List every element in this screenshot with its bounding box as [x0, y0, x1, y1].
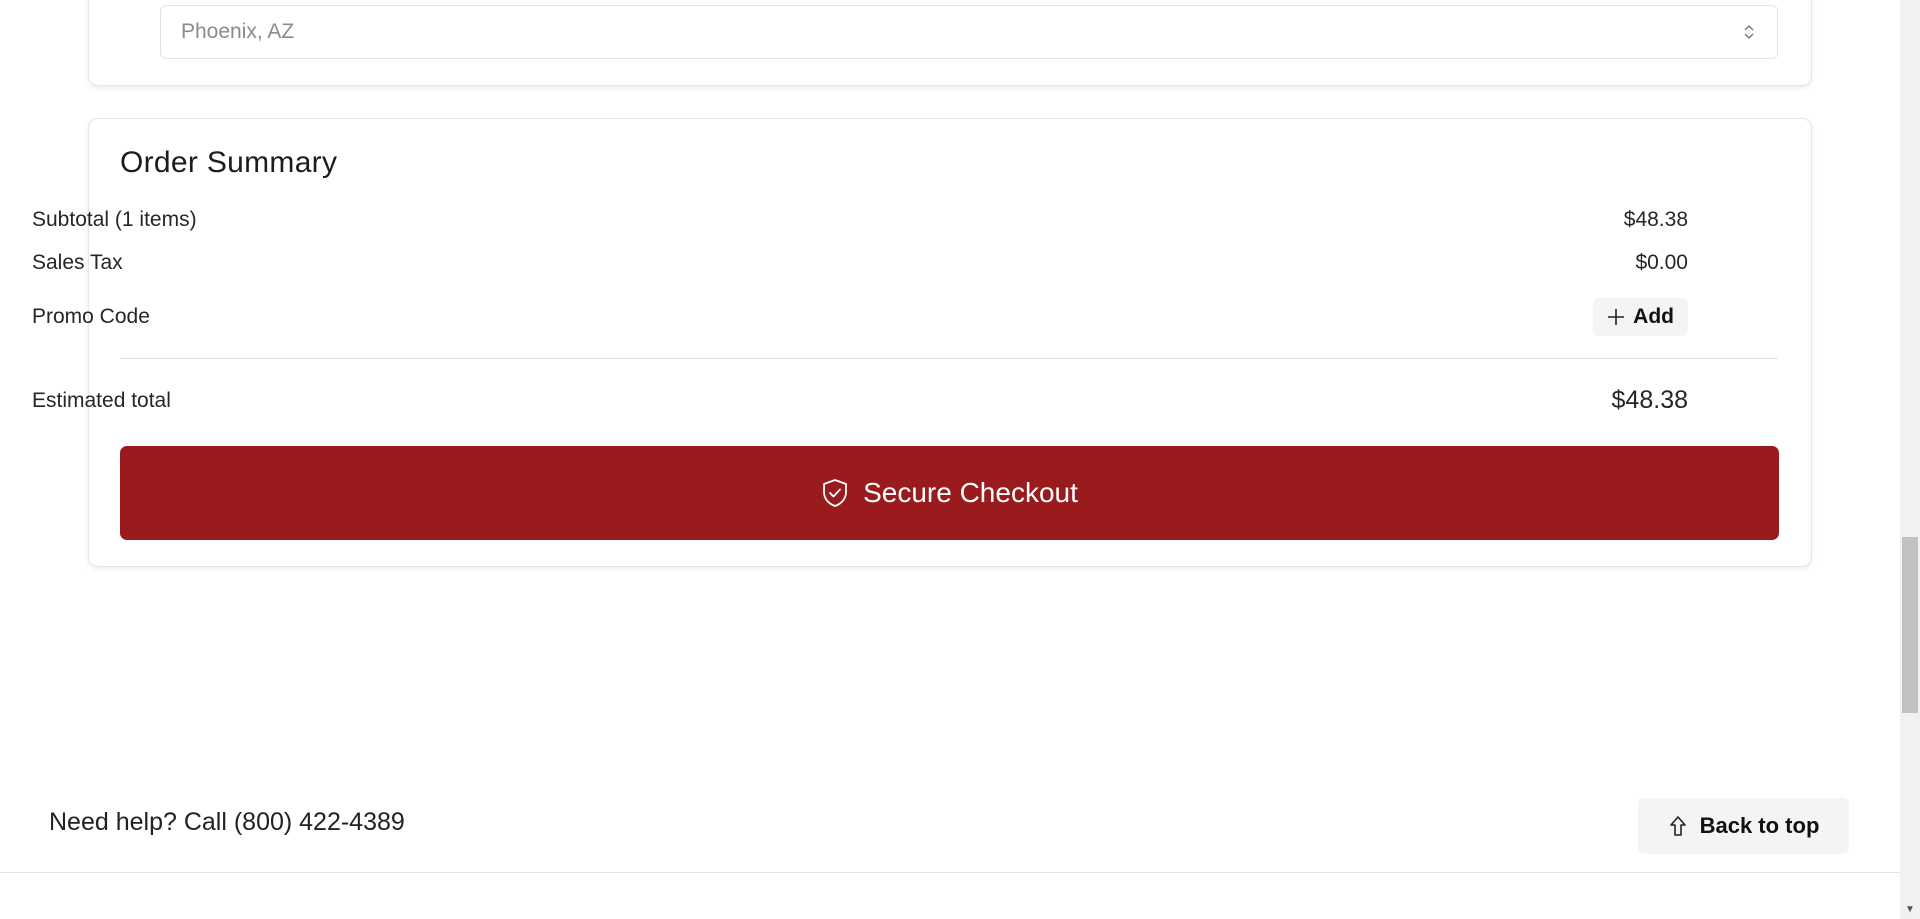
secure-checkout-button[interactable]: Secure Checkout [120, 446, 1779, 540]
estimated-total-row: Estimated total $48.38 [32, 386, 1688, 415]
back-to-top-label: Back to top [1699, 813, 1820, 838]
page: Phoenix, AZ Order Summary Subtotal (1 it… [0, 0, 1900, 919]
subtotal-row: Subtotal (1 items) $48.38 [32, 208, 1688, 232]
store-location-select[interactable]: Phoenix, AZ [160, 5, 1778, 59]
scrollbar-thumb[interactable] [1902, 537, 1918, 713]
sales-tax-label: Sales Tax [32, 251, 123, 274]
vertical-scrollbar[interactable] [1900, 0, 1920, 919]
arrow-up-icon [1669, 816, 1686, 836]
back-to-top-button[interactable]: Back to top [1638, 798, 1849, 854]
store-location-value: Phoenix, AZ [181, 20, 295, 43]
promo-code-row: Promo Code Add [32, 298, 1688, 336]
summary-divider [120, 358, 1778, 359]
add-promo-label: Add [1633, 305, 1674, 328]
estimated-total-value: $48.38 [1611, 386, 1688, 414]
add-promo-button[interactable]: Add [1593, 298, 1688, 336]
store-location-card: Phoenix, AZ [88, 0, 1812, 86]
help-phone-text: Need help? Call (800) 422-4389 [49, 808, 405, 836]
sales-tax-row: Sales Tax $0.00 [32, 251, 1688, 275]
scroll-down-arrow-icon[interactable]: ▼ [1900, 899, 1920, 919]
shield-check-icon [823, 479, 847, 507]
order-summary-title: Order Summary [120, 146, 338, 179]
sales-tax-value: $0.00 [1635, 251, 1688, 274]
subtotal-value: $48.38 [1623, 208, 1688, 231]
chevron-updown-icon [1744, 25, 1754, 39]
footer-divider [0, 872, 1900, 873]
plus-icon [1608, 309, 1625, 325]
estimated-total-label: Estimated total [32, 388, 171, 412]
subtotal-label: Subtotal (1 items) [32, 208, 197, 231]
promo-code-label: Promo Code [32, 305, 150, 328]
secure-checkout-label: Secure Checkout [863, 477, 1078, 508]
